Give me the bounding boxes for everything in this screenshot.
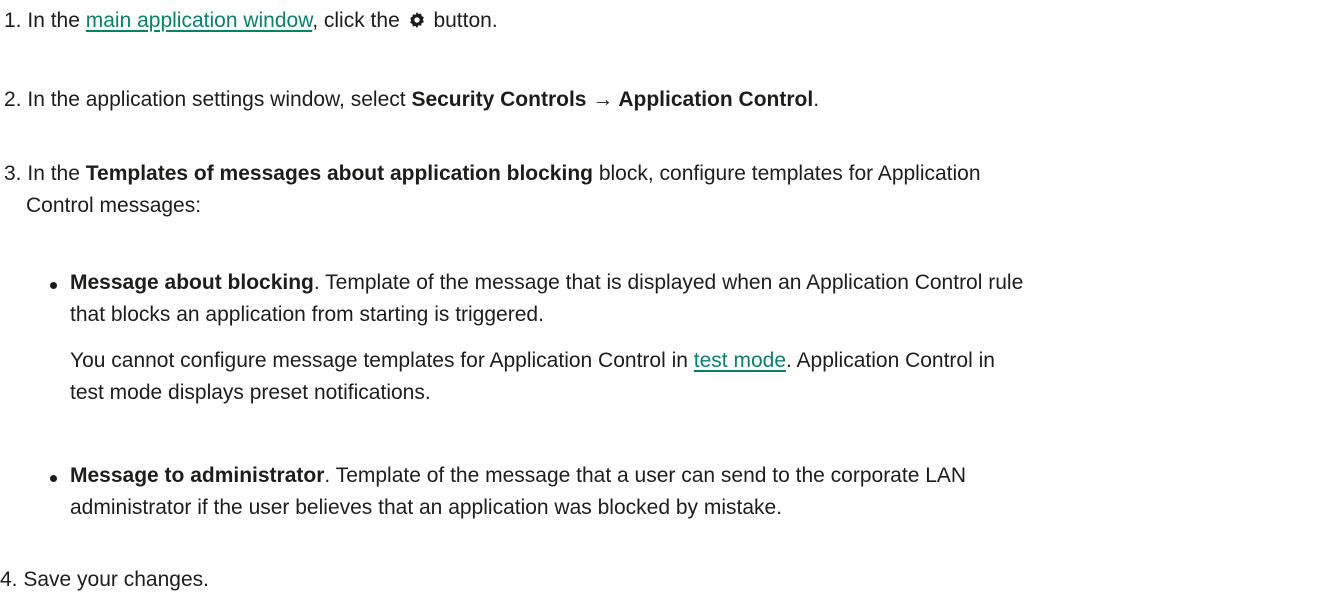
step-2: 2. In the application settings window, s… (4, 84, 819, 116)
bullet-text: administrator if the user believes that … (70, 496, 783, 519)
bullet-message-to-administrator: Message to administrator. Template of th… (70, 460, 966, 492)
step-3-continuation: Control messages: (26, 190, 201, 222)
bullet-title: Message to administrator (70, 464, 325, 487)
block-name: Templates of messages about application … (85, 162, 593, 185)
step-1: 1. In the main application window, click… (4, 5, 498, 37)
bullet-text: that blocks an application from starting… (70, 303, 544, 326)
step-text: . (813, 88, 820, 111)
step-number: 4. (0, 568, 18, 591)
step-number: 1. (4, 9, 22, 32)
bullet-text: . Template of the message that is displa… (313, 271, 1024, 294)
step-text: Control messages: (26, 194, 202, 217)
bullet-message-about-blocking: Message about blocking. Template of the … (70, 267, 1023, 299)
test-mode-note-continuation: test mode displays preset notifications. (70, 377, 431, 409)
instructions-document: 1. In the main application window, click… (0, 0, 1329, 598)
step-text: button. (433, 9, 498, 32)
test-mode-link[interactable]: test mode (694, 349, 786, 372)
step-number: 2. (4, 88, 22, 111)
bullet-marker (50, 475, 57, 482)
step-text: In the (27, 9, 80, 32)
settings-path: Security Controls → Application Control (411, 88, 814, 111)
step-text: In the application settings window, sele… (27, 88, 406, 111)
bullet-text-continuation: that blocks an application from starting… (70, 299, 544, 331)
test-mode-note: You cannot configure message templates f… (70, 345, 995, 377)
step-text: In the (27, 162, 80, 185)
gear-icon (409, 12, 424, 28)
note-text: You cannot configure message templates f… (70, 349, 688, 372)
bullet-marker (50, 282, 57, 289)
step-4: 4. Save your changes. (0, 564, 209, 596)
bullet-text-continuation: administrator if the user believes that … (70, 492, 782, 524)
step-3: 3. In the Templates of messages about ap… (4, 158, 981, 190)
main-application-window-link[interactable]: main application window (86, 9, 312, 32)
note-text: . Application Control in (786, 349, 995, 372)
bullet-title: Message about blocking (70, 271, 314, 294)
bullet-text: . Template of the message that a user ca… (324, 464, 967, 487)
step-number: 3. (4, 162, 22, 185)
step-text: block, configure templates for Applicati… (598, 162, 981, 185)
note-text: test mode displays preset notifications. (70, 381, 431, 404)
step-text: , click the (312, 9, 400, 32)
step-text: Save your changes. (23, 568, 209, 591)
